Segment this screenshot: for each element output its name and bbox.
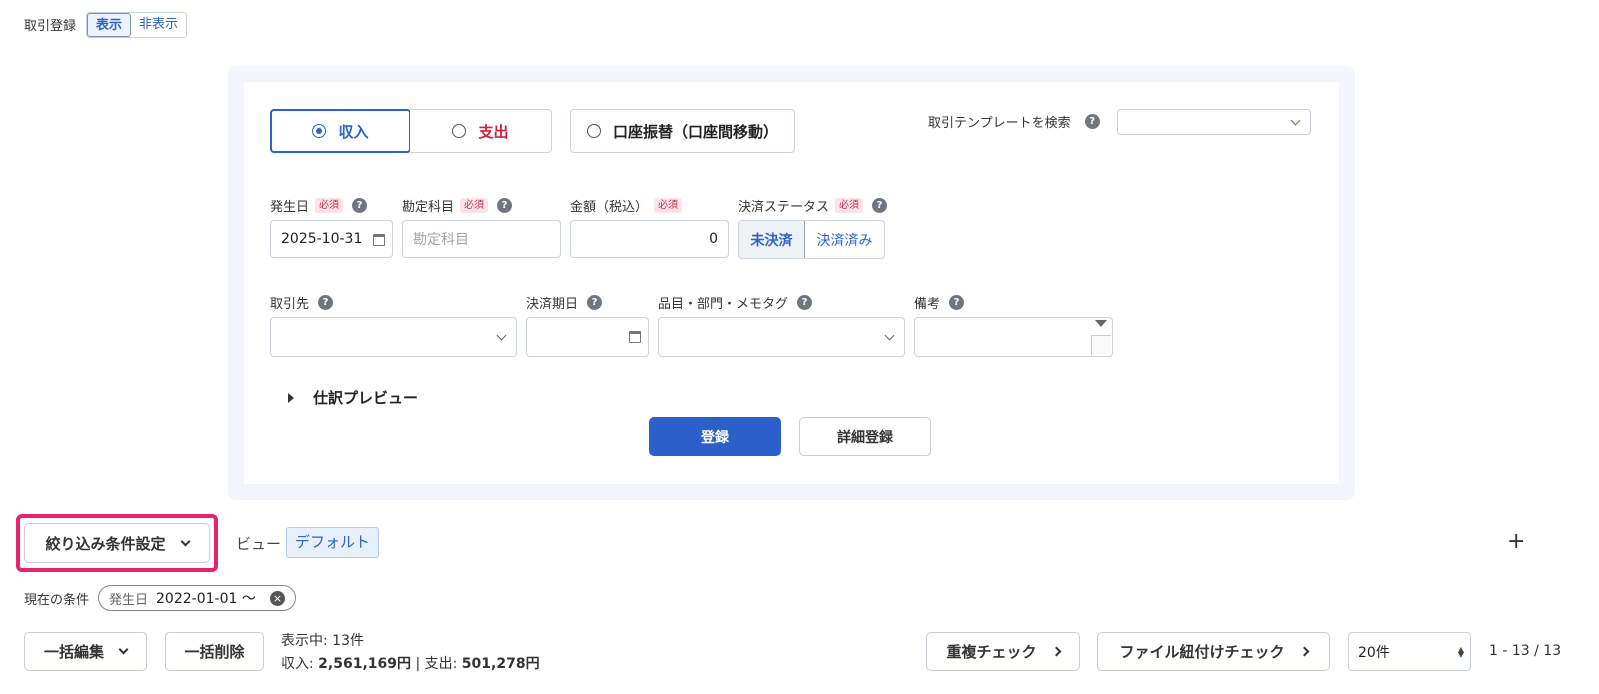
status-unsettled-option[interactable]: 未決済 — [739, 221, 805, 258]
help-icon[interactable]: ? — [352, 198, 368, 213]
help-icon[interactable]: ? — [872, 198, 888, 213]
help-icon[interactable]: ? — [318, 295, 334, 310]
item-tag-select[interactable] — [658, 317, 905, 357]
help-icon[interactable]: ? — [497, 198, 513, 213]
required-badge: 必須 — [835, 198, 864, 213]
amount-label: 金額（税込） 必須 — [570, 196, 683, 215]
current-conditions-label: 現在の条件 — [24, 593, 90, 608]
calendar-icon — [373, 234, 385, 246]
per-page-select[interactable]: 20件 ▲ ▼ — [1348, 632, 1471, 671]
view-default-tab[interactable]: デフォルト — [286, 527, 380, 558]
view-label: ビュー — [236, 535, 282, 553]
radio-icon — [586, 124, 601, 138]
remove-condition-icon[interactable]: × — [270, 591, 285, 606]
chevron-down-icon — [884, 330, 895, 341]
template-search-select[interactable] — [1117, 109, 1311, 135]
add-view-icon[interactable]: + — [1507, 528, 1525, 556]
register-button[interactable]: 登録 — [649, 417, 781, 456]
status-label: 決済ステータス 必須 ? — [738, 196, 888, 215]
filter-settings-button[interactable]: 絞り込み条件設定 — [24, 523, 210, 563]
partner-label: 取引先 ? — [270, 293, 334, 312]
updown-icon: ▲ ▼ — [1457, 645, 1464, 659]
show-option[interactable]: 表示 — [87, 13, 132, 37]
deal-register-label: 取引登録 — [24, 19, 77, 34]
help-icon[interactable]: ? — [949, 295, 965, 310]
chevron-down-icon — [496, 330, 507, 341]
condition-chip: 発生日 2022-01-01 〜 × — [98, 585, 296, 611]
resize-handle-icon[interactable] — [1091, 335, 1111, 355]
status-settled-option[interactable]: 決済済み — [805, 221, 884, 258]
account-label: 勘定科目 必須 ? — [402, 196, 513, 215]
required-badge: 必須 — [315, 198, 344, 213]
income-radio-button[interactable]: 収入 — [270, 109, 411, 153]
help-icon[interactable]: ? — [587, 295, 603, 310]
bulk-delete-button[interactable]: 一括削除 — [165, 632, 264, 671]
help-icon[interactable]: ? — [797, 295, 813, 310]
radio-icon — [452, 124, 467, 138]
account-input[interactable]: 勘定科目 — [402, 220, 561, 258]
duplicate-check-button[interactable]: 重複チェック — [926, 632, 1080, 671]
partner-select[interactable] — [270, 317, 517, 357]
register-visibility-toggle: 表示 非表示 — [86, 12, 188, 38]
chevron-right-icon — [1299, 646, 1309, 657]
expand-icon[interactable] — [1095, 320, 1107, 327]
status-toggle: 未決済 決済済み — [738, 220, 885, 259]
radio-selected-icon — [312, 124, 327, 138]
expense-radio-button[interactable]: 支出 — [410, 109, 552, 153]
template-search-label: 取引テンプレートを検索 ? — [928, 112, 1100, 131]
chevron-right-icon — [1051, 646, 1061, 657]
required-badge: 必須 — [654, 198, 683, 213]
bulk-edit-button[interactable]: 一括編集 — [24, 632, 147, 671]
detail-register-button[interactable]: 詳細登録 — [799, 417, 931, 456]
chevron-down-icon — [180, 536, 190, 546]
chevron-down-icon — [1290, 115, 1301, 126]
amount-input[interactable]: 0 — [570, 220, 729, 258]
due-date-label: 決済期日 ? — [526, 293, 603, 312]
caret-right-icon — [288, 392, 294, 403]
totals-summary: 収入: 2,561,169円 | 支出: 501,278円 — [281, 656, 540, 672]
due-date-input[interactable] — [526, 317, 649, 357]
chevron-down-icon — [118, 644, 129, 655]
memo-textarea[interactable] — [914, 317, 1113, 357]
calendar-icon — [629, 331, 641, 343]
transfer-radio-button[interactable]: 口座振替（口座間移動） — [570, 109, 795, 153]
help-icon[interactable]: ? — [1084, 114, 1100, 129]
date-label: 発生日 必須 ? — [270, 196, 368, 215]
hide-option[interactable]: 非表示 — [131, 13, 187, 37]
journal-preview-toggle[interactable]: 仕訳プレビュー — [288, 387, 418, 408]
date-input[interactable]: 2025-10-31 — [270, 220, 393, 258]
item-tag-label: 品目・部門・メモタグ ? — [658, 293, 813, 312]
memo-label: 備考 ? — [914, 293, 965, 312]
file-link-check-button[interactable]: ファイル紐付けチェック — [1097, 632, 1330, 671]
pagination-range: 1 - 13 / 13 — [1489, 643, 1562, 659]
showing-count: 表示中: 13件 — [281, 633, 364, 649]
required-badge: 必須 — [460, 198, 489, 213]
